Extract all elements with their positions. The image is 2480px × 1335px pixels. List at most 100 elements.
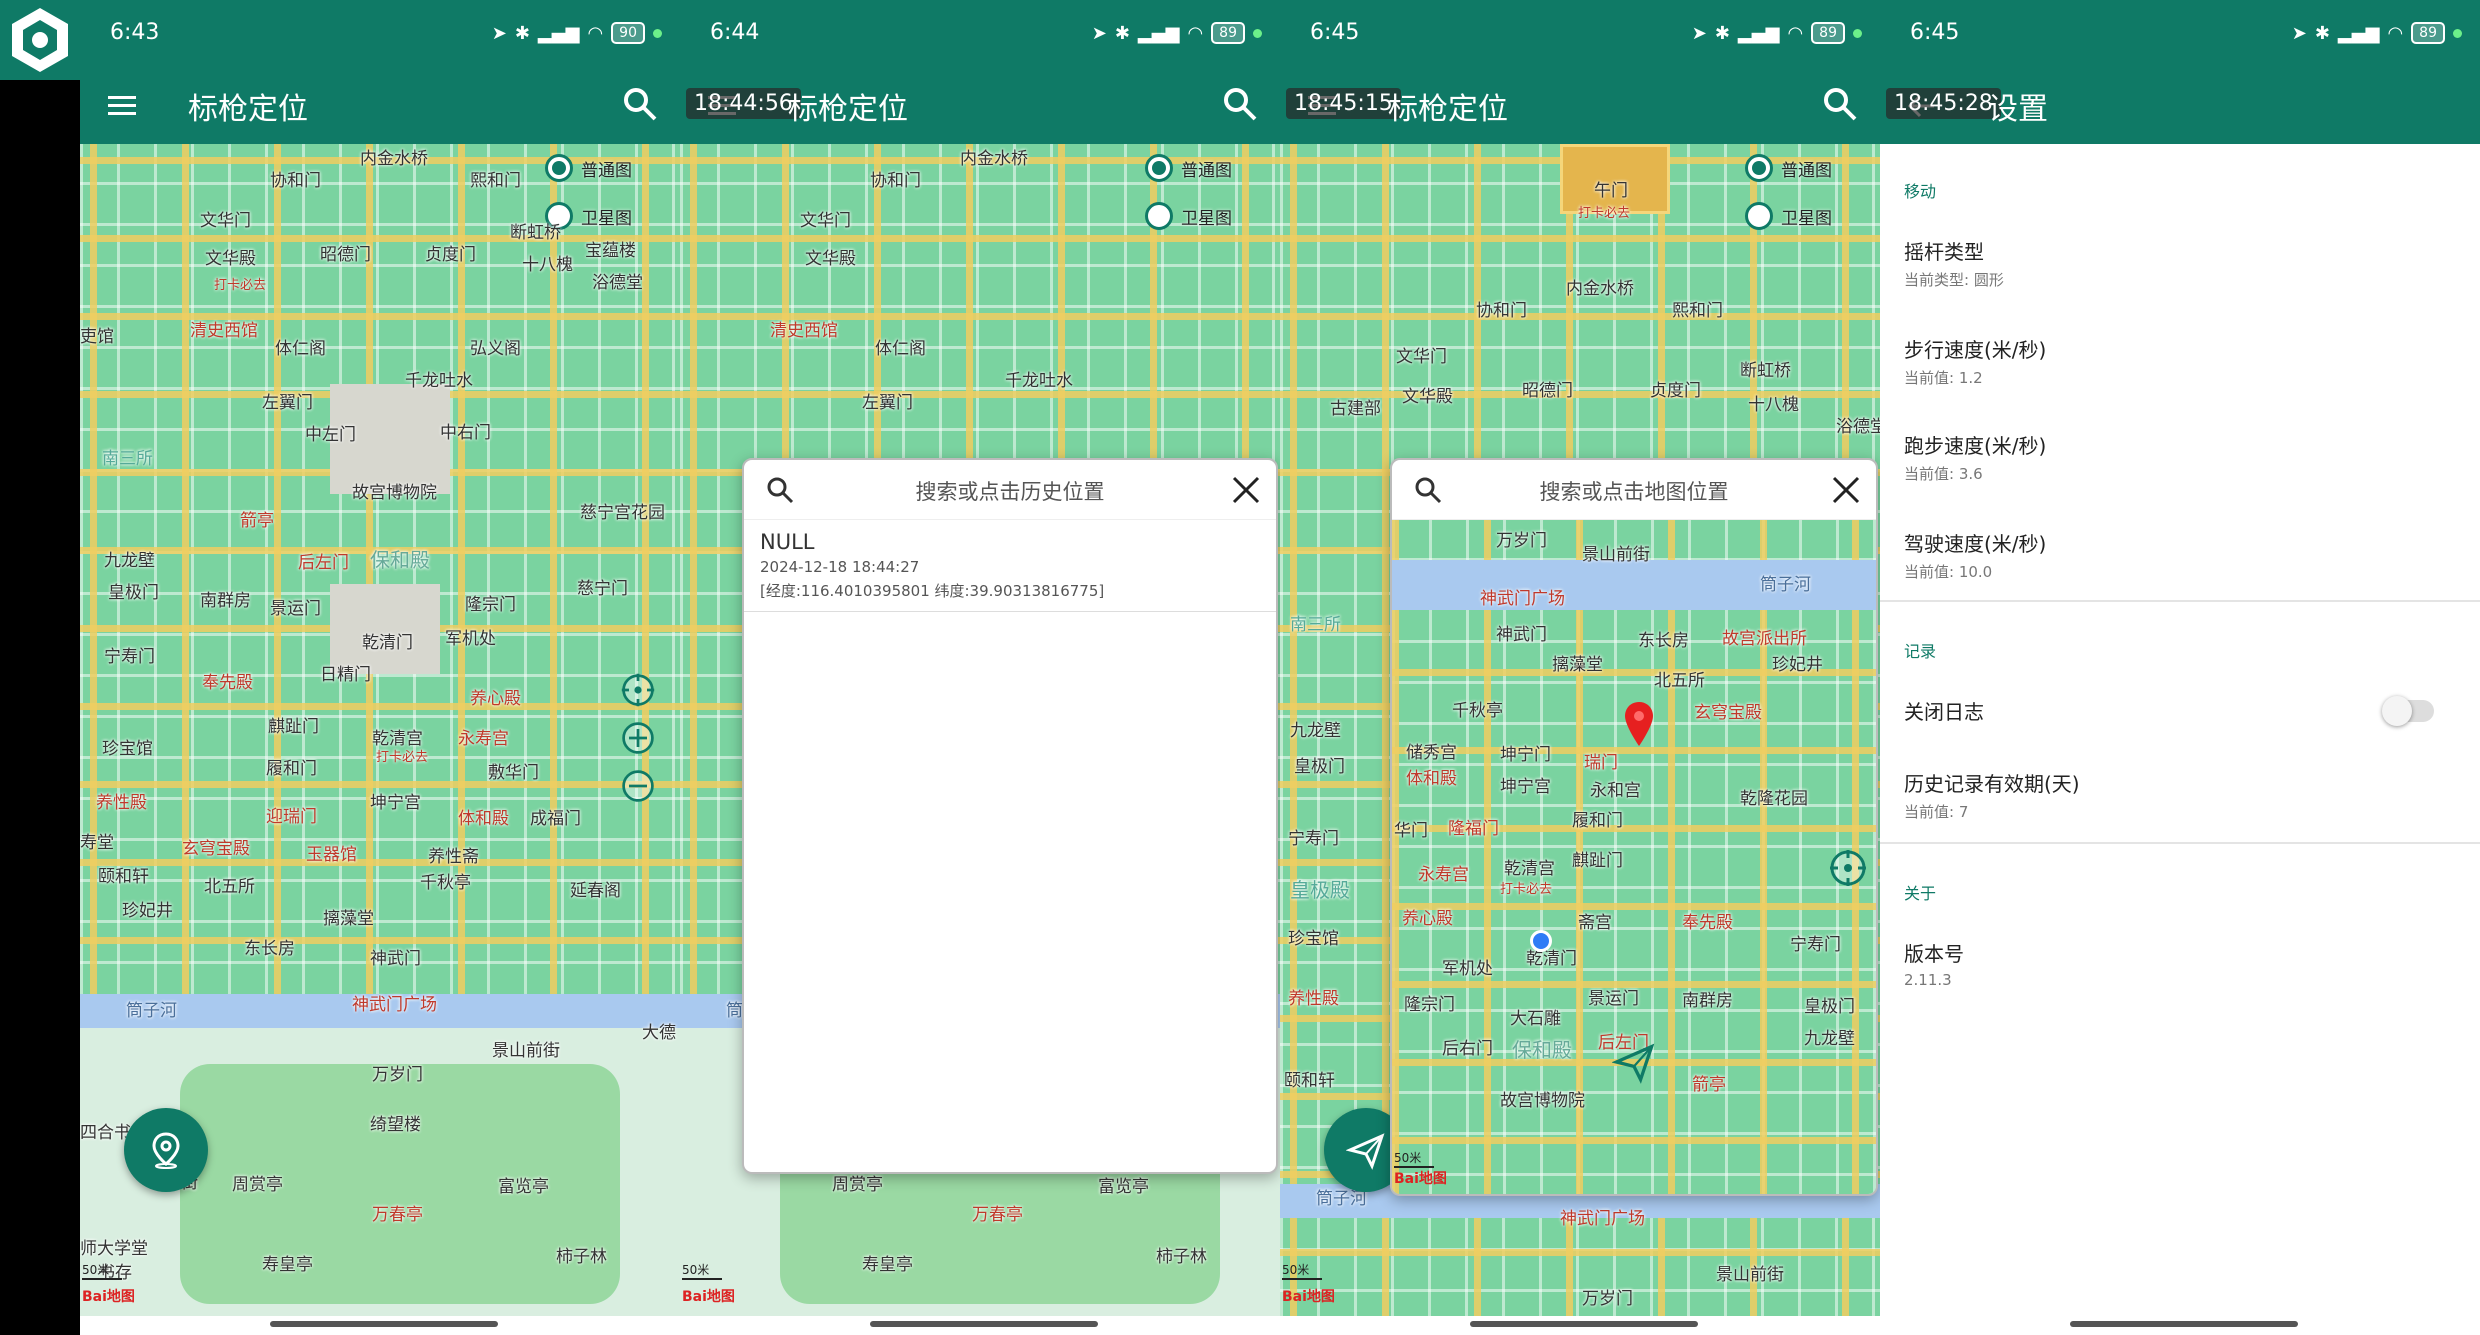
map-label: 神武门广场 — [1480, 589, 1565, 609]
radio-unselected-icon[interactable] — [1145, 202, 1173, 230]
map-label: 乾清门 — [362, 633, 413, 653]
map-label: 宝蕴楼 — [585, 241, 636, 261]
setting-value: 当前类型: 圆形 — [1904, 271, 2004, 289]
location-fab[interactable] — [124, 1108, 208, 1192]
home-indicator[interactable] — [270, 1321, 498, 1327]
layer-satellite-option[interactable]: 卫星图 — [1145, 202, 1232, 230]
map-label: 打卡必去 — [1500, 882, 1553, 897]
active-dot-icon — [1853, 28, 1862, 38]
setting-value: 当前值: 1.2 — [1904, 369, 1983, 387]
locate-icon[interactable] — [1828, 848, 1868, 888]
baidu-logo: Bai地图 — [682, 1289, 735, 1305]
map-label: 日精门 — [320, 665, 371, 685]
radio-unselected-icon[interactable] — [1745, 202, 1773, 230]
map-label: 玄穹宝殿 — [1694, 703, 1762, 723]
location-status-icon: ➤ — [2291, 22, 2307, 44]
section-record-header: 记录 — [1904, 642, 1937, 661]
close-icon[interactable] — [1830, 474, 1862, 506]
map-label: 体和殿 — [1406, 769, 1457, 789]
selected-location-pin-icon[interactable] — [1622, 700, 1656, 748]
map-label: 千龙吐水 — [405, 371, 473, 391]
search-icon[interactable] — [620, 84, 660, 124]
search-icon[interactable] — [1820, 84, 1860, 124]
location-status-icon: ➤ — [1091, 22, 1107, 44]
museum-label: 清史西馆 — [770, 321, 838, 341]
close-log-setting[interactable]: 关闭日志 — [1904, 696, 1984, 725]
pick-map-view[interactable]: 万岁门 景山前街 筒子河 神武门广场 神武门 东长房 故宫派出所 摛藻堂 北五所… — [1392, 520, 1876, 1194]
home-indicator[interactable] — [870, 1321, 1098, 1327]
setting-title: 关闭日志 — [1904, 700, 1984, 724]
paper-plane-icon — [1346, 1133, 1385, 1170]
layer-satellite-option[interactable]: 卫星图 — [1745, 202, 1832, 230]
app-bar: 18:45:15 标枪定位 — [1280, 68, 1880, 144]
map-label: 颐和轩 — [1284, 1071, 1335, 1091]
map-label: 左翼门 — [262, 393, 313, 413]
map-label: 宁寿门 — [1790, 935, 1841, 955]
paper-plane-icon[interactable] — [1612, 1040, 1656, 1084]
locate-icon[interactable] — [620, 672, 656, 708]
bluetooth-icon: ✱ — [1114, 22, 1130, 44]
app-bar: 18:44:56 标枪定位 — [680, 68, 1280, 144]
map-label: 养性斋 — [428, 847, 479, 867]
map-label: 周赏亭 — [232, 1175, 283, 1195]
zoom-in-icon[interactable] — [620, 720, 656, 756]
layer-normal-option[interactable]: 普通图 — [1145, 154, 1232, 182]
close-icon[interactable] — [1230, 474, 1262, 506]
map-label: 打卡必去 — [376, 750, 429, 765]
map-label: 贞度门 — [425, 245, 476, 265]
home-indicator[interactable] — [2070, 1321, 2298, 1327]
map-label: 千秋亭 — [1452, 701, 1503, 721]
map-view[interactable]: 普通图 卫星图 内金水桥 协和门 熙和门 文华门 文华殿 昭德门 贞度门 断虹桥… — [80, 144, 680, 1316]
map-label: 景运门 — [1588, 989, 1639, 1009]
history-list-item[interactable]: NULL 2024-12-18 18:44:27 [经度:116.4010395… — [744, 520, 1276, 612]
map-label: 万春亭 — [972, 1205, 1023, 1225]
map-label: 养心殿 — [470, 689, 521, 709]
history-search-input[interactable]: 搜索或点击历史位置 — [744, 476, 1276, 506]
screen-history-search: 6:44 ➤ ✱ ▂▄▆ ◠ 89 18:44:56 标枪定位 普通图 卫星图 … — [680, 0, 1280, 1335]
layer-normal-option[interactable]: 普通图 — [545, 154, 632, 182]
status-icons: ➤ ✱ ▂▄▆ ◠ 89 — [1692, 22, 1862, 44]
map-label: 文华门 — [800, 211, 851, 231]
drive-speed-setting[interactable]: 驾驶速度(米/秒) 当前值: 10.0 — [1904, 528, 2046, 582]
map-label: 保和殿 — [370, 548, 430, 572]
settings-list: 移动 摇杆类型 当前类型: 圆形 步行速度(米/秒) 当前值: 1.2 跑步速度… — [1880, 144, 2480, 1316]
map-label: 体仁阁 — [275, 339, 326, 359]
version-setting[interactable]: 版本号 2.11.3 — [1904, 938, 1964, 989]
map-label: 北五所 — [1654, 671, 1705, 691]
walk-speed-setting[interactable]: 步行速度(米/秒) 当前值: 1.2 — [1904, 334, 2046, 388]
map-search-input[interactable]: 搜索或点击地图位置 — [1392, 476, 1876, 506]
map-label: 神武门广场 — [352, 995, 437, 1015]
map-label: 神武门广场 — [1560, 1209, 1645, 1229]
map-label: 履和门 — [266, 759, 317, 779]
layer-normal-label: 普通图 — [581, 160, 632, 181]
map-pin-icon — [152, 1132, 180, 1169]
map-label: 储秀宫 — [1406, 743, 1457, 763]
app-bar: 18:45:28 设置 — [1880, 68, 2480, 144]
map-label: 后左门 — [298, 553, 349, 573]
baidu-logo: Bai地图 — [82, 1289, 135, 1305]
battery-icon: 89 — [1811, 22, 1845, 44]
setting-value: 2.11.3 — [1904, 971, 1952, 989]
setting-title: 驾驶速度(米/秒) — [1904, 532, 2047, 556]
layer-normal-option[interactable]: 普通图 — [1745, 154, 1832, 182]
home-indicator[interactable] — [1470, 1321, 1698, 1327]
menu-icon[interactable] — [106, 90, 138, 122]
map-label: 瑞门 — [1584, 753, 1618, 773]
status-icons: ➤ ✱ ▂▄▆ ◠ 90 — [492, 22, 662, 44]
radio-selected-icon[interactable] — [1745, 154, 1773, 182]
active-dot-icon — [2453, 28, 2462, 38]
zoom-out-icon[interactable] — [620, 768, 656, 804]
run-speed-setting[interactable]: 跑步速度(米/秒) 当前值: 3.6 — [1904, 430, 2046, 484]
history-expiry-setting[interactable]: 历史记录有效期(天) 当前值: 7 — [1904, 768, 2080, 822]
search-icon[interactable] — [1220, 84, 1260, 124]
map-label: 熙和门 — [470, 171, 521, 191]
map-label: 南三所 — [102, 449, 153, 469]
map-label: 绮望楼 — [370, 1115, 421, 1135]
joystick-type-setting[interactable]: 摇杆类型 当前类型: 圆形 — [1904, 236, 2004, 290]
map-label: 景山前街 — [492, 1041, 560, 1061]
map-label: 文华门 — [200, 211, 251, 231]
setting-title: 历史记录有效期(天) — [1904, 772, 2080, 796]
radio-selected-icon[interactable] — [1145, 154, 1173, 182]
radio-selected-icon[interactable] — [545, 154, 573, 182]
close-log-toggle[interactable] — [2382, 696, 2434, 726]
